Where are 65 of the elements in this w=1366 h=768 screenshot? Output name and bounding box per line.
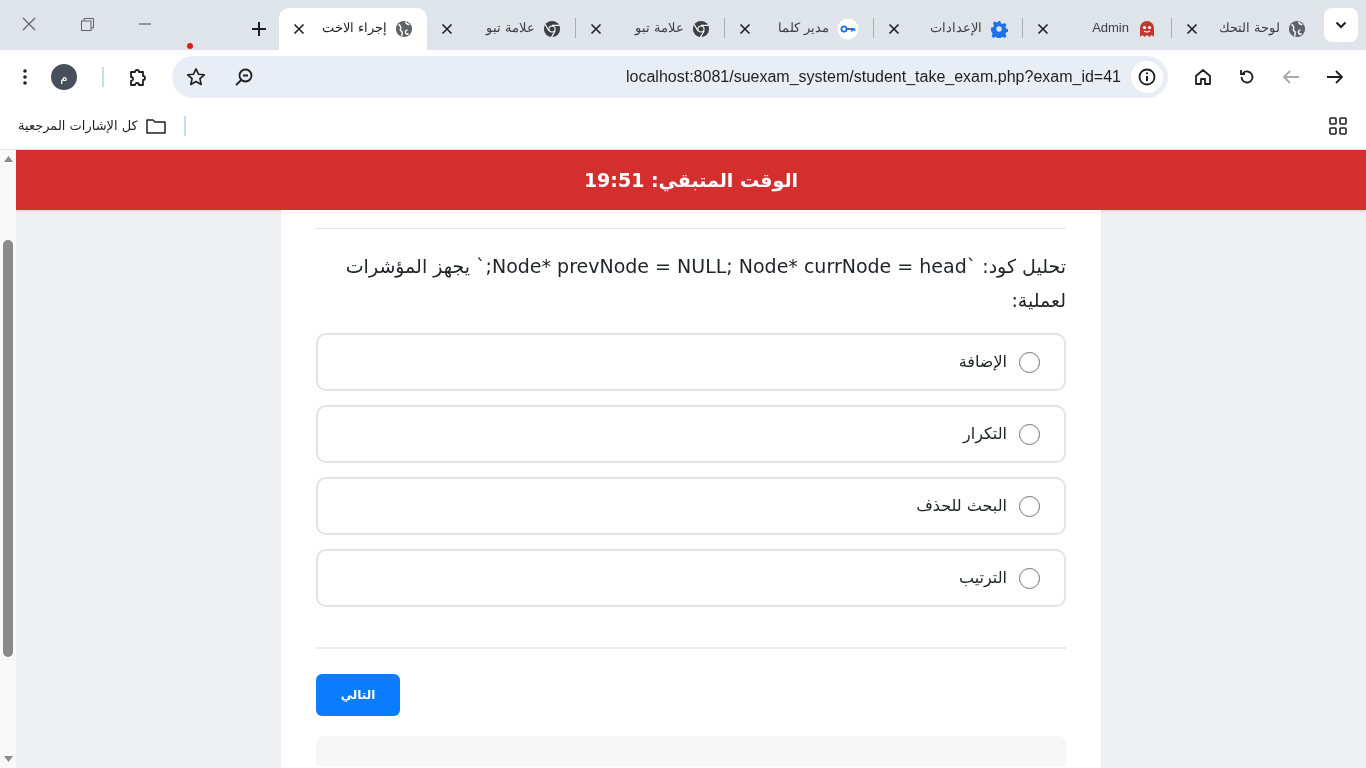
plus-icon[interactable] — [252, 22, 266, 36]
chrome-icon — [543, 20, 561, 38]
arrow-right-icon — [1326, 68, 1344, 85]
close-icon[interactable] — [590, 23, 602, 35]
chevron-down-icon — [1335, 21, 1347, 29]
tab-title: مدير كلما — [777, 19, 829, 38]
radio-button[interactable] — [1019, 495, 1040, 517]
url-text: localhost:8081/suexam_system/student_take_exam.php?exam_id=41 — [626, 66, 1121, 87]
globe-icon — [395, 20, 413, 38]
ghost-icon — [1137, 19, 1157, 39]
close-icon[interactable] — [739, 23, 751, 35]
tab-title: علامة تبو — [484, 19, 535, 38]
arrow-left-icon — [1282, 68, 1300, 85]
restore-icon — [80, 17, 94, 31]
chrome-icon — [692, 20, 710, 38]
close-icon[interactable] — [1186, 23, 1198, 35]
tab-title: Admin — [1091, 19, 1129, 38]
info-icon — [1138, 67, 1156, 86]
answer-option[interactable]: التكرار — [316, 405, 1066, 463]
close-icon[interactable] — [293, 23, 305, 35]
browser-tab[interactable]: لوحة التحك — [1172, 8, 1320, 50]
radio-button[interactable] — [1019, 423, 1040, 445]
scrollbar-thumb[interactable] — [3, 240, 13, 657]
more-vertical-icon — [23, 68, 27, 85]
tab-title: لوحة التحك — [1218, 19, 1280, 38]
next-button[interactable]: التالي — [316, 674, 400, 716]
close-icon[interactable] — [441, 23, 453, 35]
key-icon — [837, 18, 859, 40]
answer-option[interactable]: الإضافة — [316, 333, 1066, 391]
bookmark-folder[interactable]: كل الإشارات المرجعية — [14, 110, 170, 142]
question-text: تحليل كود: `Node* prevNode = NULL; Node* currNode = head;` يجهز المؤشرات لعملية: — [344, 254, 1066, 313]
timer-banner: الوقت المتبقي: 19:51 — [16, 150, 1366, 210]
radio-button[interactable] — [1019, 567, 1040, 589]
bookmark-star-icon[interactable] — [186, 66, 206, 87]
grid-icon — [1329, 117, 1347, 135]
answer-option[interactable]: الترتيب — [316, 549, 1066, 607]
zoom-out-icon[interactable] — [234, 66, 254, 87]
site-info-button[interactable] — [1131, 60, 1163, 93]
browser-tab[interactable]: Admin — [1023, 8, 1171, 50]
reload-icon — [1238, 67, 1256, 86]
globe-icon — [1288, 20, 1306, 38]
tab-title: علامة تبو — [633, 19, 684, 38]
radio-button[interactable] — [1019, 351, 1040, 373]
tab-title: الإعدادات — [929, 19, 982, 38]
scroll-down-icon[interactable] — [3, 756, 13, 762]
close-icon[interactable] — [888, 23, 900, 35]
browser-tab[interactable]: الإعدادات — [874, 8, 1022, 50]
profile-avatar[interactable]: م — [51, 63, 77, 90]
scrollbar[interactable] — [0, 150, 16, 768]
browser-tab[interactable]: مدير كلما — [725, 8, 873, 50]
tab-list-button[interactable] — [1324, 8, 1358, 42]
home-icon — [1194, 67, 1212, 86]
browser-tab[interactable]: إجراء الاخت — [279, 8, 427, 50]
close-icon — [22, 17, 36, 31]
gear-icon — [990, 20, 1008, 38]
folder-icon — [145, 118, 166, 134]
scroll-up-icon[interactable] — [3, 156, 13, 162]
minimize-icon — [139, 23, 151, 25]
browser-tab[interactable]: علامة تبو — [576, 8, 724, 50]
answer-option[interactable]: البحث للحذف — [316, 477, 1066, 535]
tab-title: إجراء الاخت — [321, 19, 387, 38]
address-bar[interactable]: localhost:8081/suexam_system/student_take_exam.php?exam_id=41 — [172, 55, 1168, 98]
puzzle-icon — [128, 66, 148, 87]
close-icon[interactable] — [1037, 23, 1049, 35]
browser-tab[interactable]: علامة تبو — [427, 8, 575, 50]
